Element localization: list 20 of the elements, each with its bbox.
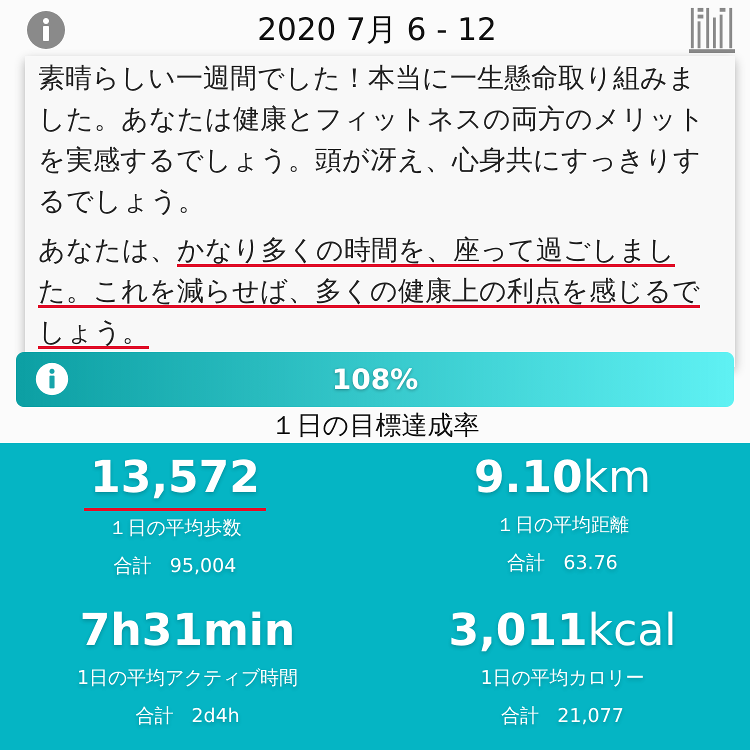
stat-label: 1日の平均アクティブ時間	[76, 666, 298, 690]
bar-chart-icon[interactable]	[688, 6, 736, 54]
stat-value: 7h31min	[80, 604, 296, 658]
message-text: 素晴らしい一週間でした！本当に一生懸命取り組みました。あなたは健康とフィットネスの両方のメリットを実感するでしょう。頭が冴え、心身共にすっきりするでしょう。	[38, 62, 706, 219]
stat-value: 9.10km	[474, 451, 651, 505]
stat-total: 合計 95,004	[114, 554, 236, 579]
stat-total: 合計 63.76	[507, 551, 618, 576]
stat-label: 1日の平均カロリー	[480, 666, 645, 690]
goal-label: １日の目標達成率	[270, 410, 480, 443]
stat-total: 合計 21,077	[501, 704, 624, 728]
stat-value: 3,011kcal	[448, 604, 677, 658]
stat-value: 13,572	[84, 448, 266, 511]
info-icon[interactable]	[26, 10, 66, 50]
date-range-title: 2020 7月 6 - 12	[257, 11, 497, 50]
stat-label: １日の平均距離	[496, 513, 629, 538]
stat-label: １日の平均歩数	[108, 516, 242, 541]
stat-total: 合計 2d4h	[135, 704, 240, 728]
info-icon[interactable]	[35, 362, 69, 396]
progress-reading: 108%	[332, 363, 418, 396]
message-text: あなたは、かなり多くの時間を、座って過ごしました。これを減らせば、多くの健康上の利点を感じるでしょう。	[38, 234, 701, 350]
